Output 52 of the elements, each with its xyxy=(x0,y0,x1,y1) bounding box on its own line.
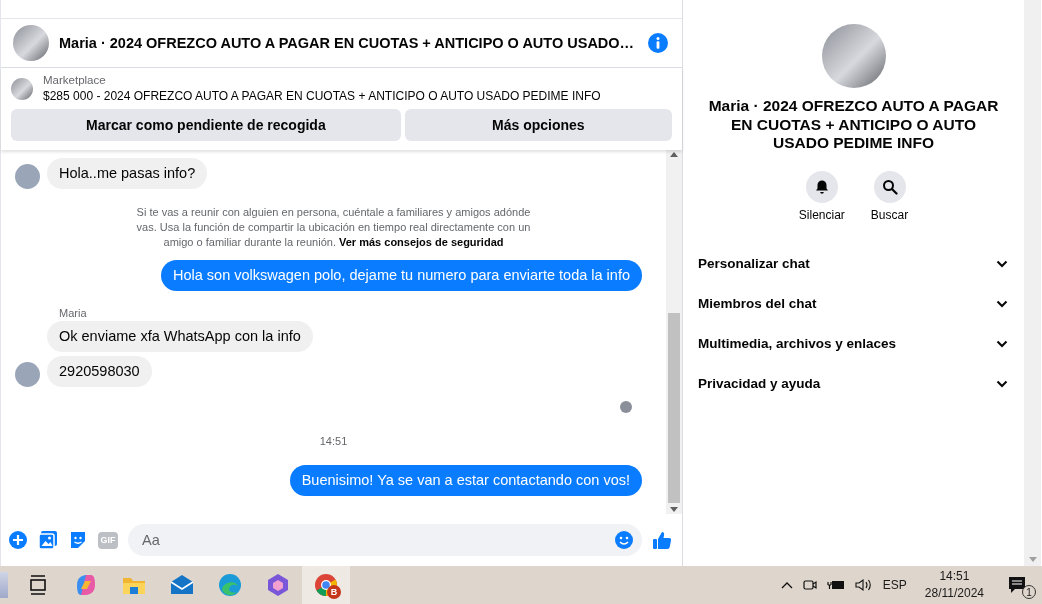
scroll-down-arrow-icon[interactable] xyxy=(1028,557,1037,562)
chevron-icon xyxy=(996,259,1008,268)
profile-badge: B xyxy=(327,585,341,599)
chevron-up-icon[interactable] xyxy=(780,581,793,589)
message-bubble: Hola..me pasas info? xyxy=(47,158,208,189)
photo-placeholder xyxy=(13,25,49,61)
chevron-icon xyxy=(996,299,1008,308)
notification-icon[interactable] xyxy=(1008,576,1026,594)
message-bubble: 2920598030 xyxy=(47,356,152,387)
image-icon[interactable] xyxy=(38,530,58,550)
action-button[interactable]: Más opciones xyxy=(404,109,672,141)
battery-icon[interactable] xyxy=(826,579,845,591)
message-field[interactable]: Aa xyxy=(128,524,642,556)
bell-icon xyxy=(813,178,830,195)
chevron-icon xyxy=(996,339,1008,348)
speaker-icon[interactable] xyxy=(854,578,873,592)
chevron-icon xyxy=(996,379,1008,388)
chat-title: Maria · 2024 OFREZCO AUTO A PAGAR EN CUOTAS + ANTICIPO O AUTO USADO… xyxy=(59,35,636,51)
action-button[interactable]: Marcar como pendiente de recogida xyxy=(11,109,401,141)
safety-tips-link[interactable]: Ver más consejos de seguridad xyxy=(339,236,504,248)
safety-notice: Si te vas a reunir con alguien en persona, cuéntale a familiares y amigos adónde vas. Usa la función de compartir la ubicación en tiempo real directamente con un amigo o familiar durante la reunión. Ver más consejos de seguridad xyxy=(135,205,532,250)
listing-source: Marketplace xyxy=(43,74,107,86)
scroll-up-arrow-icon[interactable] xyxy=(670,152,678,157)
taskbar-button[interactable]: B xyxy=(302,566,350,604)
emoji-icon[interactable] xyxy=(614,530,634,550)
photo-placeholder xyxy=(11,77,33,100)
scroll-down-arrow-icon[interactable] xyxy=(670,507,678,512)
listing-description: $285 000 - 2024 OFREZCO AUTO A PAGAR EN CUOTAS + ANTICIPO O AUTO USADO PEDIME INFO xyxy=(43,89,601,103)
camera-icon[interactable] xyxy=(802,577,817,593)
sender-name: Maria xyxy=(59,307,88,319)
notification-count: 1 xyxy=(1022,585,1036,599)
section-header[interactable]: Privacidad y ayuda xyxy=(683,363,1024,404)
info-icon[interactable] xyxy=(648,33,668,53)
section-header[interactable]: Miembros del chat xyxy=(683,283,1024,324)
sticker-icon[interactable] xyxy=(68,530,88,550)
panel-action-button[interactable]: Silenciar xyxy=(798,170,845,222)
message-bubble: Buenisimo! Ya se van a estar contactando con vos! xyxy=(289,465,642,496)
message-bubble: Ok enviame xfa WhatsApp con la info xyxy=(47,321,313,352)
message-text-input[interactable]: Aa xyxy=(140,531,614,549)
thumbs-up-icon[interactable] xyxy=(652,530,672,550)
clock[interactable]: 14:51 28/11/2024 xyxy=(924,568,984,602)
plus-icon[interactable] xyxy=(8,530,28,550)
language-indicator[interactable]: ESP xyxy=(882,578,907,592)
section-header[interactable]: Personalizar chat xyxy=(683,243,1024,284)
timestamp: 14:51 xyxy=(319,435,348,447)
scrollbar[interactable] xyxy=(666,150,682,514)
section-header[interactable]: Multimedia, archivos y enlaces xyxy=(683,323,1024,364)
scrollbar[interactable] xyxy=(1024,0,1041,566)
message-bubble: Hola son volkswagen polo, dejame tu numero para enviarte toda la info xyxy=(160,260,642,291)
search-icon xyxy=(881,178,898,195)
read-receipt-avatar xyxy=(620,401,632,413)
chat-name: Maria · 2024 OFREZCO AUTO A PAGAR EN CUOTAS + ANTICIPO O AUTO USADO PEDIME INFO xyxy=(707,97,1000,153)
